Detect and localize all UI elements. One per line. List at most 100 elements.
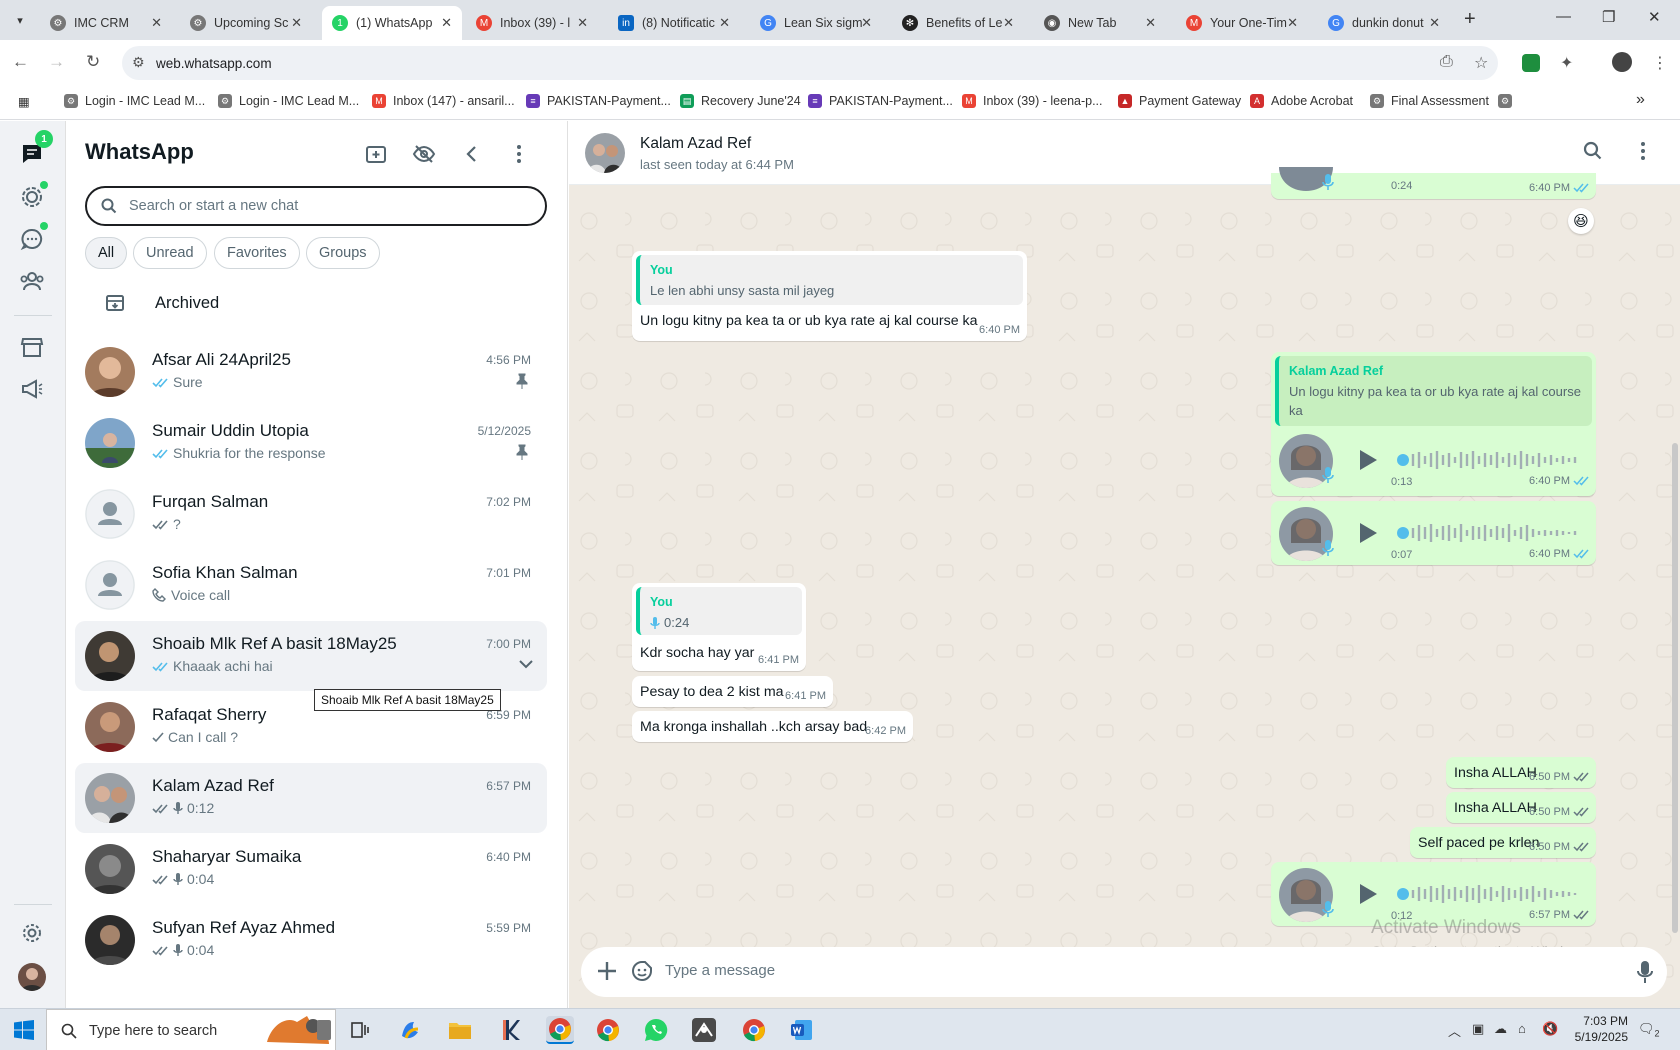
bookmarks-overflow-icon[interactable]: » (1636, 91, 1645, 109)
bookmark-item[interactable]: ≡ PAKISTAN-Payment... (526, 94, 671, 108)
outgoing-message[interactable]: Kalam Azad Ref Un logu kitny pa kea ta o… (1271, 352, 1596, 496)
bookmark-more-icon[interactable]: ⚙ (1498, 94, 1519, 108)
search-input[interactable]: Search or start a new chat (85, 186, 547, 226)
window-close-button[interactable]: ✕ (1648, 8, 1661, 26)
bookmark-item[interactable]: ≡ PAKISTAN-Payment... (808, 94, 953, 108)
waveform[interactable] (1397, 448, 1583, 472)
bookmark-item[interactable]: M Inbox (39) - leena-p... (962, 94, 1103, 108)
waveform[interactable] (1397, 882, 1583, 906)
bookmark-item[interactable]: ⚙ Login - IMC Lead M... (64, 94, 205, 108)
communities-icon[interactable] (18, 267, 46, 295)
network-icon[interactable]: ⌂ (1518, 1021, 1526, 1036)
bookmark-item[interactable]: A Adobe Acrobat (1250, 94, 1353, 108)
extension-green-icon[interactable] (1522, 54, 1540, 72)
incoming-message[interactable]: Pesay to dea 2 kist ma 6:41 PM (632, 676, 833, 707)
filter-groups[interactable]: Groups (306, 237, 380, 269)
chrome-profile-icon[interactable] (594, 1016, 622, 1044)
chat-row[interactable]: Shaharyar Sumaika 6:40 PM 0:04 (75, 834, 547, 904)
whatsapp-taskbar-icon[interactable] (642, 1016, 670, 1044)
tab-new-tab[interactable]: ◉ New Tab ✕ (1034, 6, 1166, 40)
outgoing-message[interactable]: Insha ALLAH 6:50 PM (1446, 757, 1596, 788)
settings-icon[interactable] (18, 919, 46, 947)
bookmark-item[interactable]: ▤ Recovery June'24 (680, 94, 801, 108)
task-view-icon[interactable] (346, 1016, 374, 1044)
voice-message-tail[interactable]: 0:24 6:40 PM (1271, 167, 1596, 199)
chat-row[interactable]: Sofia Khan Salman 7:01 PM Voice call (75, 550, 547, 620)
message-input[interactable]: Type a message (665, 962, 775, 979)
search-icon[interactable] (1583, 141, 1603, 161)
play-icon[interactable] (1357, 882, 1379, 906)
profile-avatar[interactable] (1612, 52, 1632, 72)
kebab-menu-icon[interactable] (1640, 141, 1646, 161)
tab-dunkin[interactable]: G dunkin donut ✕ (1318, 6, 1450, 40)
bookmark-item[interactable]: ⚙ Login - IMC Lead M... (218, 94, 359, 108)
bookmark-item[interactable]: ⚙ Final Assessment (1370, 94, 1489, 108)
attach-plus-icon[interactable] (597, 960, 617, 982)
apps-grid-icon[interactable]: ▦ (18, 94, 30, 109)
reaction-emoji[interactable]: 😆 (1568, 208, 1594, 234)
minimize-button[interactable]: — (1556, 8, 1571, 25)
outgoing-message[interactable]: Self paced pe krlen 6:50 PM (1410, 827, 1596, 858)
site-info-icon[interactable]: ⚙ (132, 54, 145, 71)
advertise-icon[interactable] (18, 375, 46, 403)
mic-record-icon[interactable] (1637, 960, 1653, 984)
new-chat-icon[interactable] (363, 141, 389, 167)
chrome-menu-icon[interactable]: ⋮ (1652, 53, 1668, 73)
sticker-emoji-icon[interactable] (631, 960, 653, 982)
app-icon-gray[interactable] (690, 1016, 718, 1044)
chrome-taskbar-icon[interactable] (546, 1016, 574, 1044)
windows-start-icon[interactable] (14, 1020, 34, 1040)
chat-row[interactable]: Afsar Ali 24April25 4:56 PM Sure (75, 337, 547, 407)
chat-row[interactable]: Sumair Uddin Utopia 5/12/2025 Shukria fo… (75, 408, 547, 478)
tab-one-time[interactable]: M Your One-Tim ✕ (1176, 6, 1308, 40)
word-icon[interactable] (788, 1016, 816, 1044)
filter-all[interactable]: All (85, 237, 128, 269)
close-icon[interactable]: ✕ (1287, 15, 1298, 31)
filter-favorites[interactable]: Favorites (214, 237, 300, 269)
extensions-icon[interactable]: ✦ (1560, 53, 1573, 73)
quoted-message[interactable]: Kalam Azad Ref Un logu kitny pa kea ta o… (1275, 356, 1592, 426)
taskbar-search-input[interactable]: Type here to search (46, 1009, 336, 1050)
quoted-message[interactable]: You Le len abhi unsy sasta mil jayeg (636, 255, 1023, 305)
volume-muted-icon[interactable]: 🔇 (1542, 1021, 1558, 1037)
restore-button[interactable]: ❐ (1602, 8, 1615, 26)
bookmark-star-icon[interactable]: ☆ (1474, 53, 1488, 73)
chatlist-menu-icon[interactable] (506, 141, 532, 167)
bookmark-item[interactable]: M Inbox (147) - ansaril... (372, 94, 515, 108)
address-bar[interactable]: ⚙ web.whatsapp.com (122, 46, 1498, 80)
forward-button[interactable]: → (48, 52, 65, 72)
chrome-taskbar-icon-2[interactable] (740, 1016, 768, 1044)
incoming-message[interactable]: You 0:24 Kdr socha hay yar 6:41 PM (632, 583, 806, 671)
contact-avatar[interactable] (585, 133, 625, 173)
tab-linkedin[interactable]: in (8) Notificatic ✕ (608, 6, 740, 40)
reload-button[interactable]: ↻ (86, 52, 100, 72)
close-icon[interactable]: ✕ (861, 15, 872, 31)
play-icon[interactable] (1357, 521, 1379, 545)
archived-row[interactable]: Archived (85, 281, 545, 331)
notifications-icon[interactable]: 🗨2 (1638, 1021, 1660, 1039)
collapse-icon[interactable] (459, 141, 485, 167)
back-button[interactable]: ← (12, 52, 29, 72)
incoming-message[interactable]: You Le len abhi unsy sasta mil jayeg Un … (632, 251, 1027, 341)
copilot-icon[interactable] (396, 1016, 424, 1044)
tab-imc-crm[interactable]: ⚙ IMC CRM ✕ (40, 6, 172, 40)
close-icon[interactable]: ✕ (291, 15, 302, 31)
tab-lean-six-sigma[interactable]: G Lean Six sigm ✕ (750, 6, 882, 40)
tab-inbox[interactable]: M Inbox (39) - l ✕ (466, 6, 598, 40)
outgoing-message[interactable]: Insha ALLAH 6:50 PM (1446, 792, 1596, 823)
close-icon[interactable]: ✕ (1003, 15, 1014, 31)
tray-chevron-icon[interactable]: ︿ (1448, 1021, 1461, 1040)
business-tools-icon[interactable] (18, 333, 46, 361)
incoming-message[interactable]: Ma kronga inshallah ..kch arsay bad 6:42… (632, 711, 913, 742)
close-icon[interactable]: ✕ (719, 15, 730, 31)
hide-eye-icon[interactable] (411, 141, 437, 167)
chat-row[interactable]: Sufyan Ref Ayaz Ahmed 5:59 PM 0:04 (75, 905, 547, 975)
close-icon[interactable]: ✕ (151, 15, 162, 31)
profile-avatar[interactable] (18, 963, 46, 991)
chat-row-selected[interactable]: Kalam Azad Ref 6:57 PM 0:12 (75, 763, 547, 833)
onedrive-icon[interactable]: ☁ (1494, 1021, 1507, 1037)
close-icon[interactable]: ✕ (1429, 15, 1440, 31)
play-icon[interactable] (1357, 448, 1379, 472)
chat-row[interactable]: Shoaib Mlk Ref A basit 18May25 7:00 PM K… (75, 621, 547, 691)
close-icon[interactable]: ✕ (577, 15, 588, 31)
